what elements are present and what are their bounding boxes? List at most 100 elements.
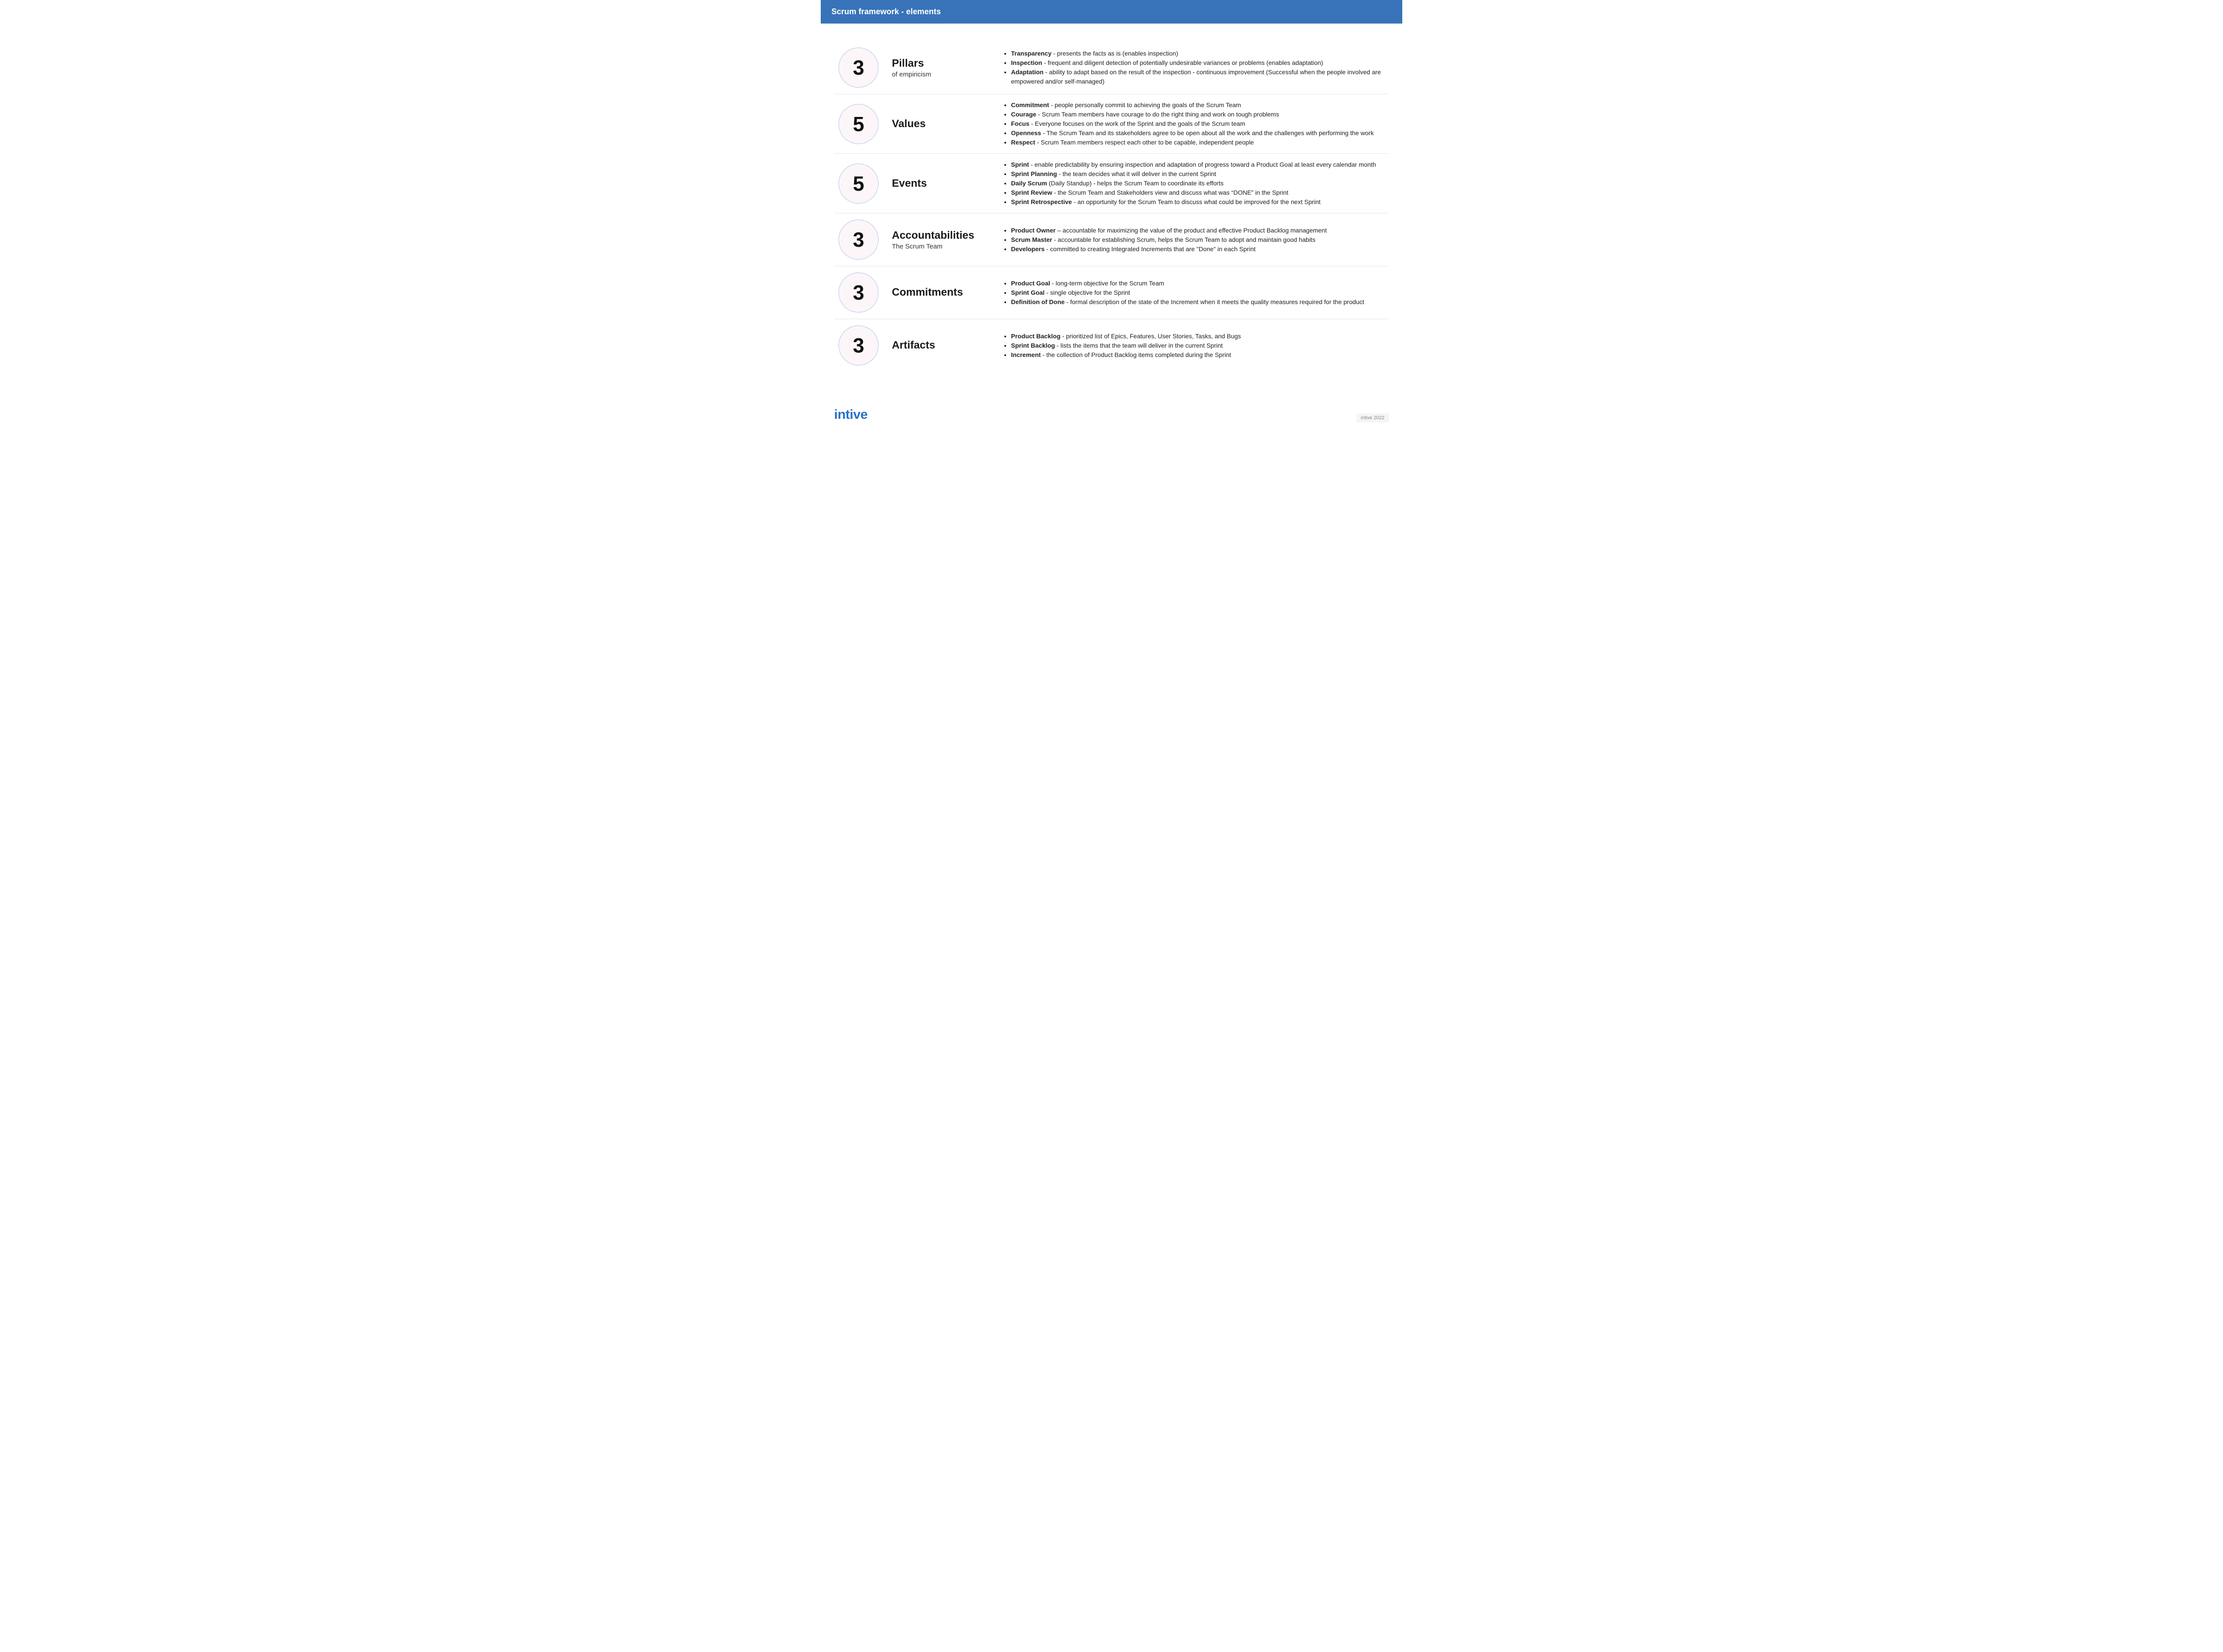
bullet-desc: - the collection of Product Backlog item… bbox=[1041, 351, 1231, 358]
count-badge: 5 bbox=[839, 164, 879, 204]
bullet-item: Respect - Scrum Team members respect eac… bbox=[1011, 138, 1389, 147]
bullet-term: Sprint Goal bbox=[1011, 289, 1044, 296]
section-bullets: Sprint - enable predictability by ensuri… bbox=[994, 160, 1389, 207]
section-title: Values bbox=[892, 118, 981, 130]
section-row: 3 Pillarsof empiricism Transparency - pres… bbox=[834, 41, 1389, 94]
count-badge: 3 bbox=[839, 325, 879, 365]
bullet-term: Increment bbox=[1011, 351, 1041, 358]
bullet-term: Sprint Planning bbox=[1011, 170, 1057, 177]
bullet-item: Openness - The Scrum Team and its stakeh… bbox=[1011, 128, 1389, 138]
section-title: Accountabilities bbox=[892, 229, 981, 242]
bullet-desc: - committed to creating Integrated Incre… bbox=[1044, 245, 1256, 253]
section-bullets: Product Backlog - prioritized list of Ep… bbox=[994, 332, 1389, 360]
bullet-term: Scrum Master bbox=[1011, 236, 1052, 243]
bullet-term: Inspection bbox=[1011, 59, 1042, 66]
bullet-term: Transparency bbox=[1011, 50, 1051, 57]
section-bullets: Transparency - presents the facts as is … bbox=[994, 49, 1389, 86]
bullet-item: Product Backlog - prioritized list of Ep… bbox=[1011, 332, 1389, 341]
page-header: Scrum framework - elements bbox=[821, 0, 1402, 24]
section-row: 3 AccountabilitiesThe Scrum Team Product O… bbox=[834, 213, 1389, 266]
section-title-block: Commitments bbox=[892, 286, 981, 299]
section-subtitle: of empiricism bbox=[892, 71, 981, 78]
section-title-block: Values bbox=[892, 118, 981, 130]
bullet-desc: - frequent and diligent detection of pot… bbox=[1042, 59, 1323, 66]
bullet-term: Definition of Done bbox=[1011, 298, 1065, 305]
bullet-term: Courage bbox=[1011, 111, 1036, 118]
bullet-desc: - the Scrum Team and Stakeholders view a… bbox=[1052, 189, 1288, 196]
section-bullets: Product Goal - long-term objective for t… bbox=[994, 279, 1389, 307]
bullet-desc: - single objective for the Sprint bbox=[1044, 289, 1130, 296]
bullet-item: Transparency - presents the facts as is … bbox=[1011, 49, 1389, 58]
bullet-item: Sprint - enable predictability by ensuri… bbox=[1011, 160, 1389, 169]
bullet-desc: - an opportunity for the Scrum Team to d… bbox=[1072, 198, 1320, 205]
bullet-term: Commitment bbox=[1011, 101, 1049, 108]
section-row: 3 Commitments Product Goal - long-term obj… bbox=[834, 266, 1389, 319]
section-row: 5 Values Commitment - people personally co… bbox=[834, 94, 1389, 154]
section-title-block: Pillarsof empiricism bbox=[892, 57, 981, 78]
bullet-desc: - formal description of the state of the… bbox=[1065, 298, 1364, 305]
bullet-item: Daily Scrum (Daily Standup) - helps the … bbox=[1011, 179, 1389, 188]
bullet-item: Focus - Everyone focuses on the work of … bbox=[1011, 119, 1389, 128]
bullet-desc: - The Scrum Team and its stakeholders ag… bbox=[1041, 129, 1374, 136]
bullet-desc: - Everyone focuses on the work of the Sp… bbox=[1029, 120, 1245, 127]
bullet-term: Product Goal bbox=[1011, 280, 1050, 287]
section-row: 5 Events Sprint - enable predictability by… bbox=[834, 154, 1389, 213]
copyright-text: intive 2022 bbox=[1356, 413, 1389, 422]
count-badge: 5 bbox=[839, 104, 879, 144]
section-subtitle: The Scrum Team bbox=[892, 243, 981, 250]
bullet-item: Courage - Scrum Team members have courag… bbox=[1011, 110, 1389, 119]
bullet-item: Sprint Review - the Scrum Team and Stake… bbox=[1011, 188, 1389, 197]
bullet-desc: - long-term objective for the Scrum Team bbox=[1050, 280, 1164, 287]
bullet-term: Developers bbox=[1011, 245, 1044, 253]
bullet-term: Adaptation bbox=[1011, 68, 1043, 76]
count-badge: 3 bbox=[839, 220, 879, 260]
bullet-term: Product Owner bbox=[1011, 227, 1055, 234]
bullet-desc: - lists the items that the team will del… bbox=[1055, 342, 1223, 349]
bullet-item: Sprint Retrospective - an opportunity fo… bbox=[1011, 197, 1389, 207]
bullet-desc: helps the Scrum Team to coordinate its e… bbox=[1097, 180, 1224, 187]
bullet-item: Definition of Done - formal description … bbox=[1011, 297, 1389, 307]
bullet-item: Sprint Goal - single objective for the S… bbox=[1011, 288, 1389, 297]
brand-logo: intive bbox=[834, 407, 867, 422]
bullet-term: Daily Scrum bbox=[1011, 180, 1047, 187]
bullet-item: Product Goal - long-term objective for t… bbox=[1011, 279, 1389, 288]
bullet-desc: - presents the facts as is (enables insp… bbox=[1051, 50, 1178, 57]
count-badge: 3 bbox=[839, 48, 879, 88]
bullet-desc: - the team decides what it will deliver … bbox=[1057, 170, 1216, 177]
bullet-term: Openness bbox=[1011, 129, 1041, 136]
bullet-item: Scrum Master - accountable for establish… bbox=[1011, 235, 1389, 245]
section-title: Events bbox=[892, 177, 981, 190]
bullet-desc: - prioritized list of Epics, Features, U… bbox=[1060, 333, 1241, 340]
content-area: 3 Pillarsof empiricism Transparency - pres… bbox=[821, 24, 1402, 381]
section-row: 3 Artifacts Product Backlog - prioritized … bbox=[834, 319, 1389, 372]
section-title: Artifacts bbox=[892, 339, 981, 352]
bullet-term: Respect bbox=[1011, 139, 1035, 146]
bullet-term: Sprint Review bbox=[1011, 189, 1052, 196]
bullet-item: Sprint Backlog - lists the items that th… bbox=[1011, 341, 1389, 350]
bullet-item: Sprint Planning - the team decides what … bbox=[1011, 169, 1389, 179]
bullet-desc: - enable predictability by ensuring insp… bbox=[1029, 161, 1376, 168]
bullet-item: Adaptation - ability to adapt based on t… bbox=[1011, 68, 1389, 86]
bullet-note: (Daily Standup) - bbox=[1047, 180, 1097, 187]
bullet-item: Developers - committed to creating Integ… bbox=[1011, 245, 1389, 254]
page-title: Scrum framework - elements bbox=[831, 7, 941, 16]
bullet-term: Sprint bbox=[1011, 161, 1029, 168]
bullet-desc: - Scrum Team members have courage to do … bbox=[1036, 111, 1279, 118]
section-bullets: Commitment - people personally commit to… bbox=[994, 100, 1389, 147]
bullet-desc: - accountable for establishing Scrum, he… bbox=[1052, 236, 1316, 243]
bullet-term: Product Backlog bbox=[1011, 333, 1060, 340]
bullet-term: Focus bbox=[1011, 120, 1029, 127]
bullet-desc: – accountable for maximizing the value o… bbox=[1055, 227, 1327, 234]
section-title: Pillars bbox=[892, 57, 981, 70]
bullet-item: Increment - the collection of Product Ba… bbox=[1011, 350, 1389, 360]
page-footer: intive intive 2022 bbox=[821, 381, 1402, 431]
section-title-block: Events bbox=[892, 177, 981, 190]
bullet-desc: - people personally commit to achieving … bbox=[1049, 101, 1241, 108]
bullet-item: Inspection - frequent and diligent detec… bbox=[1011, 58, 1389, 68]
bullet-term: Sprint Retrospective bbox=[1011, 198, 1072, 205]
section-title: Commitments bbox=[892, 286, 981, 299]
count-badge: 3 bbox=[839, 273, 879, 313]
bullet-term: Sprint Backlog bbox=[1011, 342, 1055, 349]
bullet-item: Commitment - people personally commit to… bbox=[1011, 100, 1389, 110]
bullet-desc: - Scrum Team members respect each other … bbox=[1035, 139, 1254, 146]
